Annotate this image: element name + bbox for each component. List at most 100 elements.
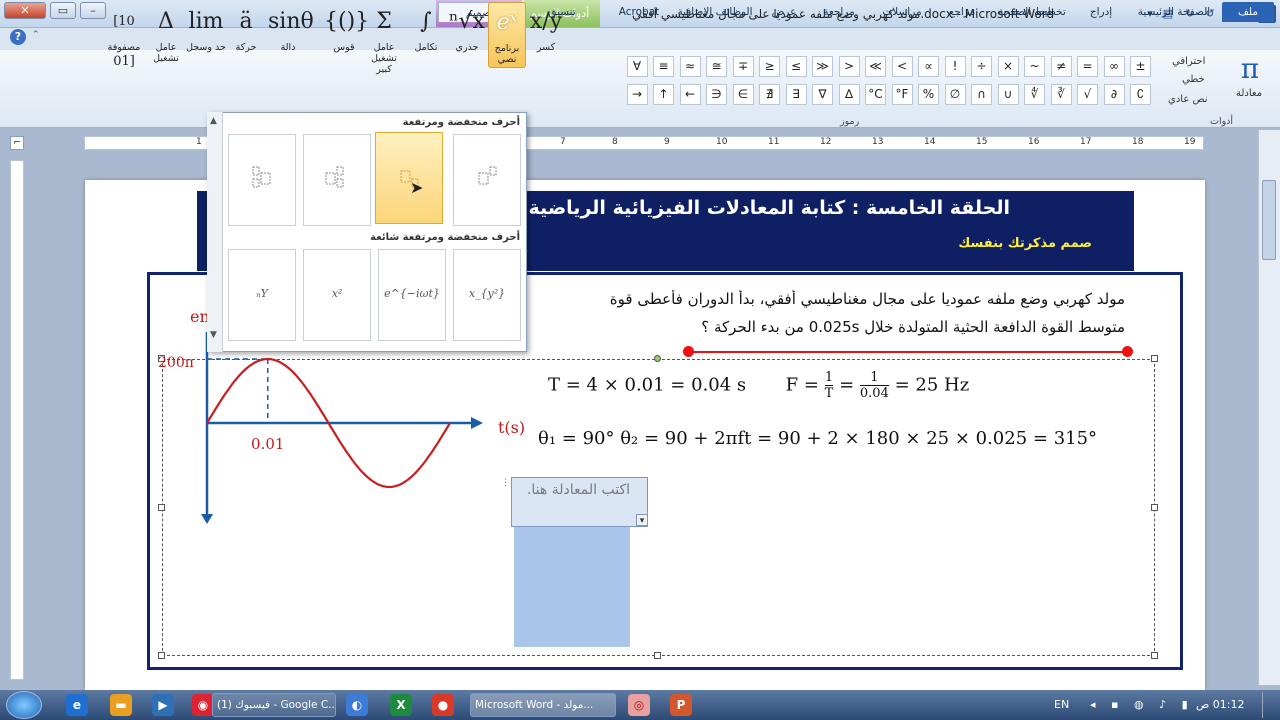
ribbon-collapse-icon[interactable]: ⌃: [32, 30, 46, 44]
resize-handle-tr[interactable]: [1151, 355, 1158, 362]
symbol-symbols_row1-11[interactable]: >: [838, 56, 860, 77]
tab-mailings[interactable]: مراسلات: [870, 2, 934, 22]
vertical-ruler[interactable]: [10, 160, 24, 680]
gallery-common-x-squared[interactable]: x²: [303, 249, 371, 341]
symbol-symbols_row2-7[interactable]: ∅: [944, 84, 966, 105]
tab-references[interactable]: مراجع: [936, 2, 988, 22]
media-player-icon[interactable]: ▶: [152, 694, 174, 716]
equation-handle-icon[interactable]: ⋮: [501, 478, 511, 490]
structure-5-button[interactable]: {()} قوس: [324, 2, 369, 68]
symbol-symbols_row1-15[interactable]: ∓: [732, 56, 754, 77]
line-endpoint-right[interactable]: [1122, 346, 1133, 357]
ie-icon[interactable]: e: [66, 694, 88, 716]
symbol-symbols_row2-14[interactable]: ∄: [759, 84, 780, 105]
tab-acrobat[interactable]: Acrobat: [608, 2, 670, 22]
tab-view[interactable]: عرض: [760, 2, 808, 22]
symbol-symbols_row1-13[interactable]: ≤: [785, 56, 807, 77]
structure-2-button[interactable]: ⁿ√x جذري: [448, 2, 486, 68]
tab-insert[interactable]: إدراج: [1076, 2, 1126, 22]
symbol-symbols_row1-4[interactable]: ~: [1024, 56, 1045, 77]
symbol-symbols_row2-12[interactable]: ∇: [812, 84, 833, 105]
line-endpoint-left[interactable]: [683, 346, 694, 357]
symbol-symbols_row2-19[interactable]: →: [626, 84, 648, 105]
help-icon[interactable]: ?: [10, 29, 26, 45]
symbol-symbols_row1-9[interactable]: <: [891, 56, 913, 77]
symbol-symbols_row2-13[interactable]: ∃: [785, 84, 807, 105]
gallery-common-exp[interactable]: e^{−iωt}: [378, 249, 446, 341]
tab-home[interactable]: الصفحة الرئيسية: [1128, 2, 1220, 22]
equation-period-frequency[interactable]: T = 4 × 0.01 = 0.04 s F = 1T = 1 0.04 = 2…: [548, 370, 969, 401]
clock[interactable]: 01:12 ص: [1196, 698, 1245, 711]
gallery-scroll-down-icon[interactable]: ▼: [210, 330, 217, 340]
symbol-symbols_row2-1[interactable]: ∂: [1103, 84, 1125, 105]
professional-button[interactable]: احترافي: [1172, 56, 1205, 67]
resize-handle-mr[interactable]: [1151, 504, 1158, 511]
symbol-symbols_row2-16[interactable]: ∋: [706, 84, 727, 105]
gallery-common-nY[interactable]: ₙY: [228, 249, 296, 341]
window-close-button[interactable]: ✕: [4, 2, 46, 19]
symbol-symbols_row1-17[interactable]: ≈: [679, 56, 701, 77]
structure-9-button[interactable]: Δ عامل تشغيل: [146, 2, 186, 68]
symbol-symbols_row1-3[interactable]: ≠: [1050, 56, 1072, 77]
equation-button-label[interactable]: معادلة: [1236, 88, 1262, 99]
app-icon-3[interactable]: ◎: [628, 694, 650, 716]
equation-options-dropdown-icon[interactable]: ▾: [636, 514, 648, 526]
structure-8-button[interactable]: lim حد وسجل: [186, 2, 226, 68]
normal-text-button[interactable]: نص عادي: [1168, 94, 1208, 105]
structure-3-button[interactable]: ∫ تكامل: [406, 2, 446, 68]
equation-pi-icon[interactable]: π: [1236, 54, 1264, 84]
tab-file[interactable]: ملف: [1222, 2, 1274, 22]
show-desktop-button[interactable]: [1262, 692, 1278, 718]
gallery-subscript[interactable]: [375, 132, 443, 224]
taskbar-word-window[interactable]: Microsoft Word - مولد...: [470, 693, 616, 717]
taskbar-chrome-window[interactable]: (1) فيسبوك - Google C...: [212, 693, 336, 717]
question-line-1[interactable]: مولد كهربي وضع ملفه عموديا على مجال مغنا…: [520, 290, 1125, 308]
symbol-symbols_row1-14[interactable]: ≥: [759, 56, 780, 77]
structure-1-button[interactable]: eˣ برنامج نصي: [488, 2, 526, 68]
equation-angles[interactable]: θ₁ = 90° θ₂ = 90 + 2πft = 90 + 2 × 180 ×…: [538, 428, 1097, 449]
symbol-symbols_row2-8[interactable]: %: [918, 84, 939, 105]
symbol-symbols_row1-8[interactable]: ∝: [918, 56, 939, 77]
resize-handle-bm[interactable]: [654, 652, 661, 659]
symbol-symbols_row1-19[interactable]: ∀: [626, 56, 648, 77]
symbol-symbols_row1-12[interactable]: ≫: [812, 56, 833, 77]
symbol-symbols_row1-6[interactable]: ÷: [971, 56, 992, 77]
symbol-symbols_row2-6[interactable]: ∩: [971, 84, 992, 105]
lesson-heading[interactable]: الحلقة الخامسة : كتابة المعادلات الفيزيا…: [481, 197, 1010, 219]
symbol-symbols_row2-3[interactable]: ∛: [1050, 84, 1072, 105]
lesson-subheading[interactable]: صمم مذكرتك بنفسك: [800, 236, 1092, 251]
tab-stop-selector[interactable]: ⌐: [10, 136, 24, 150]
tray-icons[interactable]: ◂ ▪ ◍ ♪ ▮: [1090, 698, 1194, 711]
rotate-handle[interactable]: [654, 355, 661, 362]
symbol-symbols_row1-18[interactable]: ≡: [653, 56, 674, 77]
symbol-symbols_row2-11[interactable]: ∆: [838, 84, 860, 105]
symbol-symbols_row2-2[interactable]: √: [1077, 84, 1098, 105]
symbol-symbols_row1-5[interactable]: ×: [997, 56, 1019, 77]
symbol-symbols_row2-18[interactable]: ↑: [653, 84, 674, 105]
gallery-common-x-sub-y2[interactable]: x_{y²}: [453, 249, 521, 341]
tab-addins[interactable]: الوظائف الإضافية: [672, 2, 758, 22]
symbol-symbols_row1-10[interactable]: ≪: [865, 56, 886, 77]
explorer-icon[interactable]: ▬: [110, 694, 132, 716]
linear-button[interactable]: خطي: [1182, 74, 1205, 85]
symbol-symbols_row1-1[interactable]: ∞: [1103, 56, 1125, 77]
symbol-symbols_row1-16[interactable]: ≅: [706, 56, 727, 77]
resize-handle-br[interactable]: [1151, 652, 1158, 659]
gallery-subsuperscript[interactable]: [303, 134, 371, 226]
structure-6-button[interactable]: sinθ دالة: [268, 2, 314, 68]
symbol-symbols_row2-15[interactable]: ∈: [732, 84, 754, 105]
symbol-symbols_row1-7[interactable]: !: [944, 56, 966, 77]
tab-page-layout[interactable]: تخطيط الصفحة: [990, 2, 1074, 22]
gallery-left-subsuperscript[interactable]: [228, 134, 296, 226]
window-maximize-button[interactable]: ▭: [50, 2, 76, 19]
symbol-symbols_row2-9[interactable]: °F: [891, 84, 913, 105]
start-button[interactable]: [6, 691, 42, 719]
structure-7-button[interactable]: ä حركة: [226, 2, 266, 68]
symbol-symbols_row2-4[interactable]: ∜: [1024, 84, 1045, 105]
symbol-symbols_row2-0[interactable]: ∁: [1130, 84, 1151, 105]
scrollbar-thumb[interactable]: [1262, 180, 1276, 260]
window-minimize-button[interactable]: –: [80, 2, 106, 19]
chrome-icon[interactable]: ◉: [192, 694, 214, 716]
structure-10-button[interactable]: [10 01] مصفوفة: [106, 2, 142, 69]
excel-icon[interactable]: X: [390, 694, 412, 716]
